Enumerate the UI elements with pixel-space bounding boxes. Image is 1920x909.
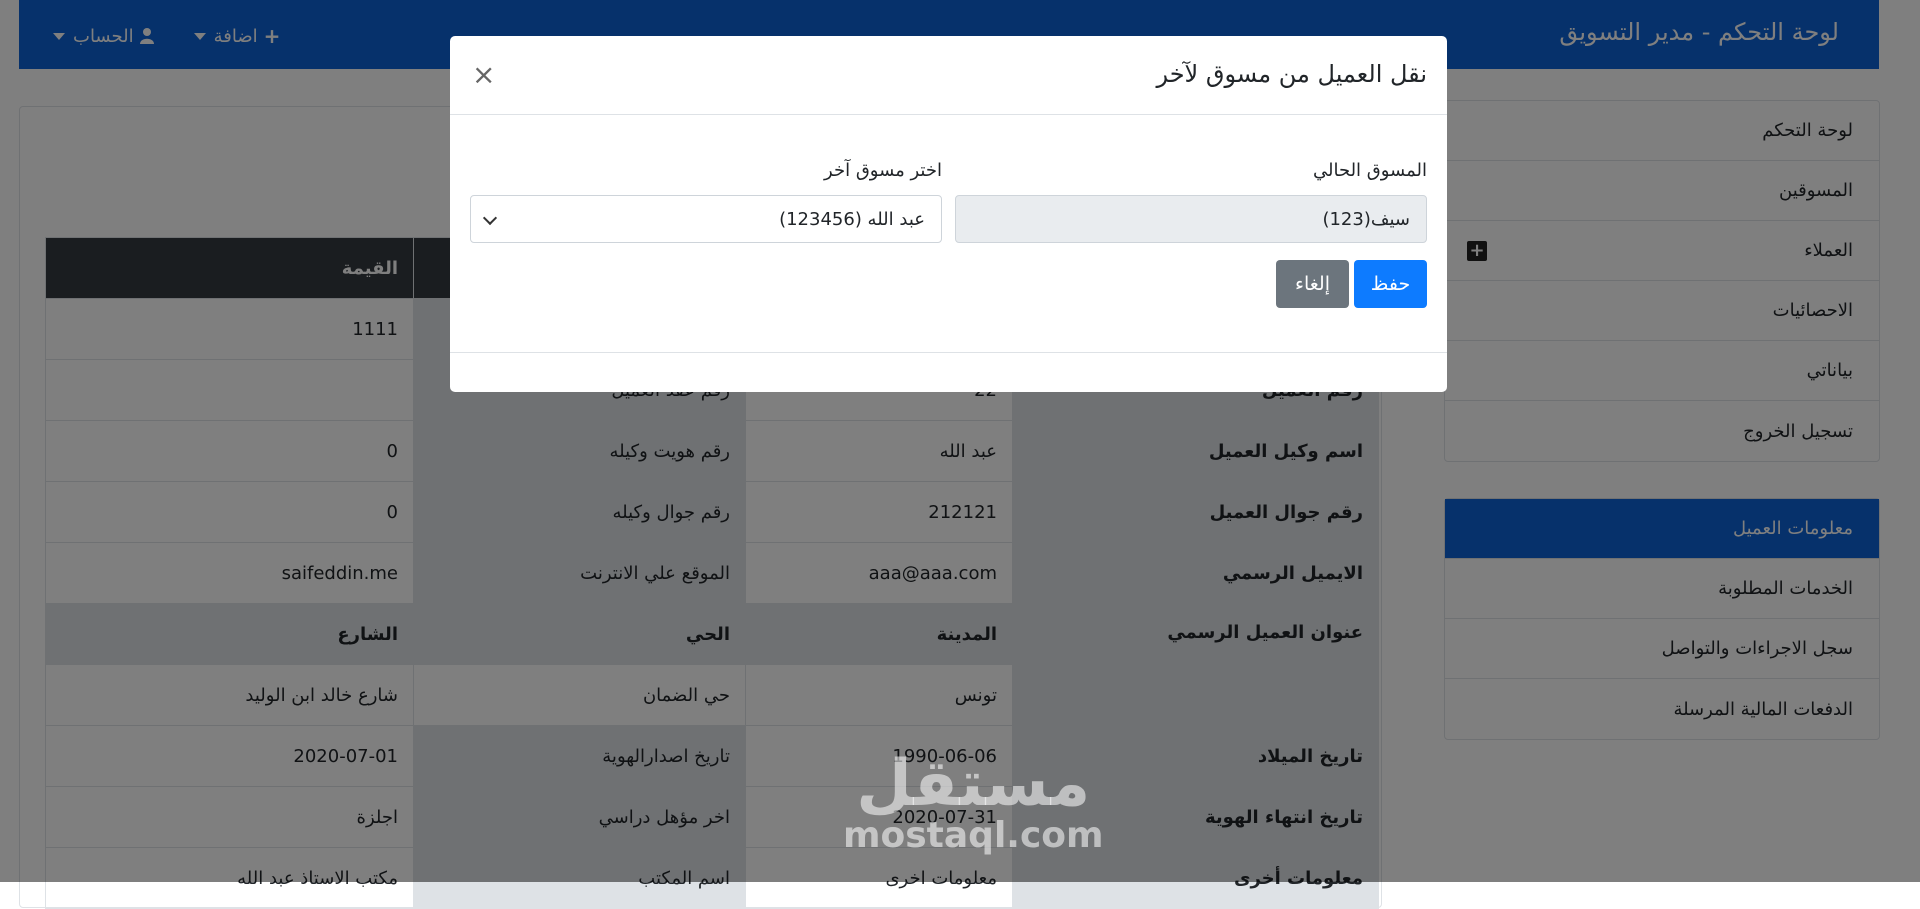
current-marketer-field: سيف(123): [955, 195, 1427, 243]
watermark-logo: مستقل mostaql.com: [843, 747, 1104, 856]
chevron-down-icon: [482, 210, 498, 226]
modal-body: المسوق الحالي سيف(123) اختر مسوق آخر عبد…: [450, 115, 1447, 352]
other-marketer-label: اختر مسوق آخر: [824, 160, 942, 181]
cancel-button[interactable]: إلغاء: [1276, 260, 1349, 308]
close-icon[interactable]: ×: [472, 58, 495, 91]
save-button[interactable]: حفظ: [1354, 260, 1427, 308]
modal-header: نقل العميل من مسوق لآخر ×: [450, 36, 1447, 115]
current-marketer-label: المسوق الحالي: [1312, 160, 1427, 181]
modal-footer: [450, 352, 1447, 393]
other-marketer-select[interactable]: عبد الله (123456): [470, 195, 942, 243]
transfer-client-modal: نقل العميل من مسوق لآخر × المسوق الحالي …: [450, 36, 1447, 392]
modal-title: نقل العميل من مسوق لآخر: [1156, 60, 1427, 88]
